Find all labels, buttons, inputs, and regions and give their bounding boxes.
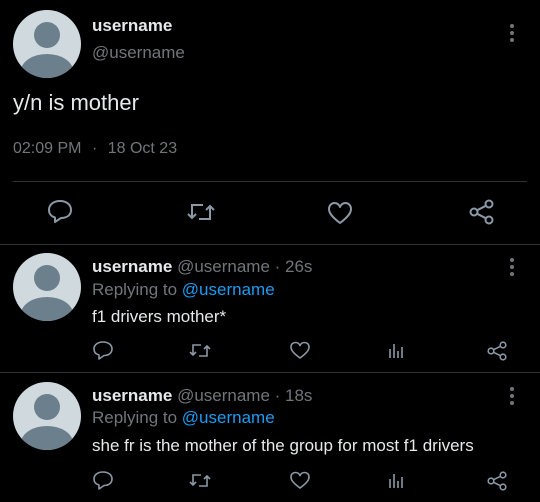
main-tweet-divider [13,181,527,182]
replying-to-prefix: Replying to [92,280,178,299]
main-tweet-date[interactable]: 18 Oct 23 [108,140,177,157]
reply-avatar[interactable] [13,382,81,450]
avatar-head [34,394,60,420]
replying-to-link[interactable]: @username [182,408,275,427]
main-tweet-time[interactable]: 02:09 PM [13,140,81,157]
reply-display-name[interactable]: username [92,386,172,405]
thread-divider [0,244,540,245]
reply-icon[interactable] [92,340,114,360]
avatar-body [21,297,73,321]
reply-display-name[interactable]: username [92,257,172,276]
views-icon[interactable] [388,470,404,490]
reply-handle-time[interactable]: @username · 18s [177,386,312,405]
reply-header: username @username · 26s [92,257,312,277]
main-tweet-meta: 02:09 PM · 18 Oct 23 [13,140,177,158]
avatar-body [21,54,73,78]
replying-to-link[interactable]: @username [182,280,275,299]
main-tweet-more-icon[interactable] [509,24,515,45]
avatar-body [21,426,73,450]
reply-avatar[interactable] [13,253,81,321]
heart-icon[interactable] [289,340,311,360]
reply-header: username @username · 18s [92,386,312,406]
replying-to-line: Replying to @username [92,280,275,300]
avatar-head [34,265,60,291]
main-tweet-avatar[interactable] [13,10,81,78]
main-tweet-handle[interactable]: @username [92,43,185,63]
retweet-icon[interactable] [186,200,216,224]
heart-icon[interactable] [326,200,354,226]
retweet-icon[interactable] [188,471,212,490]
reply-handle-time[interactable]: @username · 26s [177,257,312,276]
avatar-head [34,22,60,48]
share-icon[interactable] [468,198,496,226]
main-tweet-text: y/n is mother [13,90,139,115]
reply-icon[interactable] [92,470,114,490]
thread-divider [0,372,540,373]
share-icon[interactable] [486,470,508,492]
replying-to-prefix: Replying to [92,408,178,427]
reply-more-icon[interactable] [509,258,515,279]
share-icon[interactable] [486,340,508,362]
views-icon[interactable] [388,340,404,360]
meta-separator: · [91,140,98,157]
reply-actions [0,470,540,492]
main-tweet-actions [0,196,540,230]
reply-icon[interactable] [46,198,74,224]
reply-actions [0,340,540,362]
reply-text: f1 drivers mother* [92,307,227,326]
reply-more-icon[interactable] [509,387,515,408]
main-tweet-display-name[interactable]: username [92,16,172,36]
retweet-icon[interactable] [188,341,212,360]
reply-text: she fr is the mother of the group for mo… [92,436,474,455]
replying-to-line: Replying to @username [92,408,275,428]
heart-icon[interactable] [289,470,311,490]
